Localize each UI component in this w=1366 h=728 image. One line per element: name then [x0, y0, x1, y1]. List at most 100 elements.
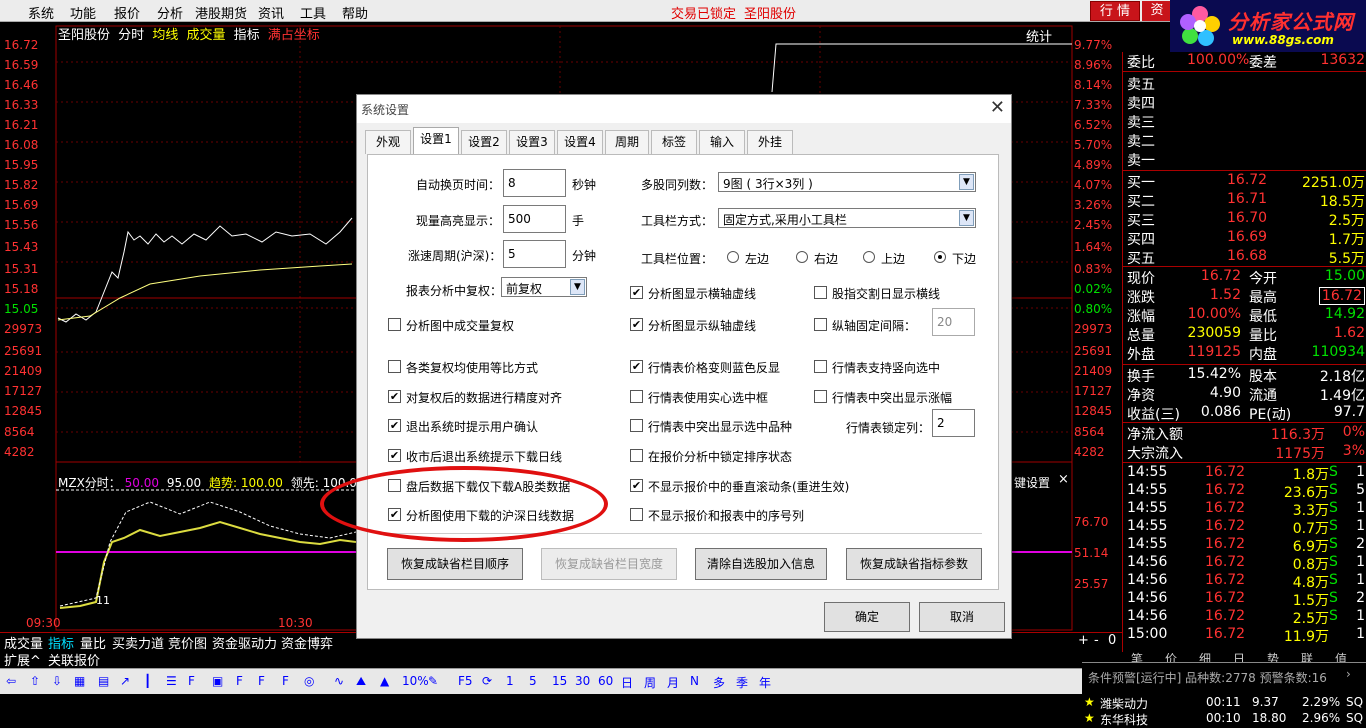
- f5-icon[interactable]: F5: [458, 674, 473, 688]
- refresh-icon[interactable]: ⟳: [482, 674, 492, 688]
- period-10[interactable]: 季: [736, 674, 748, 691]
- tab-average[interactable]: 均线: [152, 28, 178, 43]
- period-7[interactable]: 月: [667, 674, 679, 691]
- down-icon[interactable]: ⇩: [52, 674, 62, 688]
- clear-watchlist-info-button[interactable]: 清除自选股加入信息: [695, 548, 827, 580]
- menu-quote[interactable]: 报价: [114, 3, 140, 22]
- tick-row[interactable]: 14:56 16.72 4.8万 S 1: [1127, 572, 1365, 591]
- period-1[interactable]: 5: [529, 674, 537, 688]
- tick-row[interactable]: 15:00 16.72 11.9万 1: [1127, 626, 1365, 645]
- dialog-titlebar[interactable]: 系统设置 ✕: [357, 95, 1011, 123]
- buy-level-row[interactable]: 买二 16.71 18.5万: [1127, 191, 1365, 210]
- tick-row[interactable]: 14:55 16.72 6.9万 S 2: [1127, 536, 1365, 555]
- chevron-right-icon[interactable]: ›: [1346, 667, 1351, 681]
- pencil-icon[interactable]: ✎: [428, 674, 438, 688]
- tick-row[interactable]: 14:56 16.72 1.5万 S 2: [1127, 590, 1365, 609]
- key-settings-label[interactable]: 键设置: [1014, 474, 1050, 491]
- buy-level-row[interactable]: 买三 16.70 2.5万: [1127, 210, 1365, 229]
- tab-related-quotes[interactable]: 关联报价: [48, 650, 100, 669]
- option-checkbox[interactable]: [388, 360, 401, 373]
- restore-indicator-params-button[interactable]: 恢复成缺省指标参数: [846, 548, 982, 580]
- tab-volume[interactable]: 成交量: [186, 28, 225, 43]
- stats-label[interactable]: 统计: [1026, 26, 1052, 45]
- tab-intraday[interactable]: 分时: [118, 28, 144, 43]
- close-icon[interactable]: ✕: [990, 97, 1005, 118]
- restore-column-width-button[interactable]: 恢复成缺省栏目宽度: [541, 548, 677, 580]
- option-checkbox[interactable]: [814, 318, 827, 331]
- buy-level-row[interactable]: 买五 16.68 5.5万: [1127, 248, 1365, 267]
- candlestick-icon[interactable]: ┃: [144, 674, 151, 688]
- chevron-down-icon[interactable]: ▼: [570, 279, 585, 295]
- speed-period-input[interactable]: 5: [503, 240, 566, 268]
- tick-row[interactable]: 14:55 16.72 23.6万 S 5: [1127, 482, 1365, 501]
- chevron-down-icon[interactable]: ▼: [959, 174, 974, 190]
- f12-icon[interactable]: F: [258, 674, 265, 688]
- line-chart-icon[interactable]: ↗: [120, 674, 130, 688]
- period-5[interactable]: 日: [621, 674, 633, 691]
- period-11[interactable]: 年: [759, 674, 771, 691]
- zoom-out-icon[interactable]: -: [1094, 633, 1099, 648]
- option-checkbox[interactable]: [630, 449, 643, 462]
- ok-button[interactable]: 确定: [824, 602, 910, 632]
- tick-row[interactable]: 14:55 16.72 0.7万 S 1: [1127, 518, 1365, 537]
- up-icon[interactable]: ⇧: [30, 674, 40, 688]
- menu-tools[interactable]: 工具: [300, 3, 326, 22]
- tab-8[interactable]: 外挂: [747, 130, 793, 154]
- toolbar-position-radio[interactable]: [796, 251, 808, 263]
- option-checkbox[interactable]: [630, 419, 643, 432]
- buy-level-row[interactable]: 买四 16.69 1.7万: [1127, 229, 1365, 248]
- option-checkbox[interactable]: ✔: [630, 286, 643, 299]
- tick-row[interactable]: 14:55 16.72 3.3万 S 1: [1127, 500, 1365, 519]
- period-4[interactable]: 60: [598, 674, 613, 688]
- table-icon[interactable]: ▤: [98, 674, 109, 688]
- percent-tool[interactable]: 10%: [402, 674, 429, 688]
- tab-7[interactable]: 输入: [699, 130, 745, 154]
- zero-button[interactable]: 0: [1108, 633, 1116, 648]
- tab-0[interactable]: 外观: [365, 130, 411, 154]
- tab-full-scale[interactable]: 满占坐标: [268, 28, 320, 43]
- quote-button[interactable]: 行 情: [1090, 1, 1140, 21]
- menu-analysis[interactable]: 分析: [157, 3, 183, 22]
- tab-6[interactable]: 标签: [651, 130, 697, 154]
- multi-stock-select[interactable]: 9图 ( 3行×3列 ) ▼: [718, 172, 976, 192]
- option-checkbox[interactable]: ✔: [388, 390, 401, 403]
- tab-1[interactable]: 设置1: [413, 127, 459, 155]
- buy-level-row[interactable]: 买一 16.72 2251.0万: [1127, 172, 1365, 191]
- option-checkbox[interactable]: [814, 286, 827, 299]
- tab-indicator[interactable]: 指标: [234, 28, 260, 43]
- alert-row[interactable]: ★ 潍柴动力 00:11 9.37 2.29% SQ: [1082, 695, 1366, 711]
- tick-row[interactable]: 14:55 16.72 1.8万 S 1: [1127, 464, 1365, 483]
- toolbar-mode-select[interactable]: 固定方式,采用小工具栏 ▼: [718, 208, 976, 228]
- period-0[interactable]: 1: [506, 674, 514, 688]
- option-checkbox[interactable]: ✔: [388, 449, 401, 462]
- menu-function[interactable]: 功能: [70, 3, 96, 22]
- menu-news[interactable]: 资讯: [258, 3, 284, 22]
- period-6[interactable]: 周: [644, 674, 656, 691]
- tab-extend[interactable]: 扩展^: [4, 650, 41, 669]
- option-checkbox[interactable]: ✔: [388, 419, 401, 432]
- tab-5[interactable]: 周期: [605, 130, 649, 154]
- option-checkbox[interactable]: ✔: [630, 479, 643, 492]
- chevron-down-icon[interactable]: ▼: [959, 210, 974, 226]
- auto-page-input[interactable]: 8: [503, 169, 566, 197]
- tick-row[interactable]: 14:56 16.72 2.5万 S 1: [1127, 608, 1365, 627]
- restore-column-order-button[interactable]: 恢复成缺省栏目顺序: [387, 548, 523, 580]
- toolbar-position-radio[interactable]: [727, 251, 739, 263]
- close-icon[interactable]: ×: [1058, 472, 1069, 487]
- area-icon[interactable]: ▲: [380, 674, 389, 688]
- menu-help[interactable]: 帮助: [342, 3, 368, 22]
- period-3[interactable]: 30: [575, 674, 590, 688]
- period-8[interactable]: N: [690, 674, 699, 688]
- menu-hk-futures[interactable]: 港股期货: [195, 3, 247, 22]
- grid-icon[interactable]: ▦: [74, 674, 85, 688]
- info-button[interactable]: 资: [1142, 1, 1172, 21]
- option-checkbox[interactable]: ✔: [630, 318, 643, 331]
- back-icon[interactable]: ⇦: [6, 674, 16, 688]
- option-checkbox[interactable]: [630, 390, 643, 403]
- list-icon[interactable]: ☰: [166, 674, 177, 688]
- tab-3[interactable]: 设置3: [509, 130, 555, 154]
- period-9[interactable]: 多: [713, 674, 725, 691]
- calc-icon[interactable]: ▣: [212, 674, 223, 688]
- menu-system[interactable]: 系统: [28, 3, 54, 22]
- report-adjust-select[interactable]: 前复权 ▼: [501, 277, 587, 297]
